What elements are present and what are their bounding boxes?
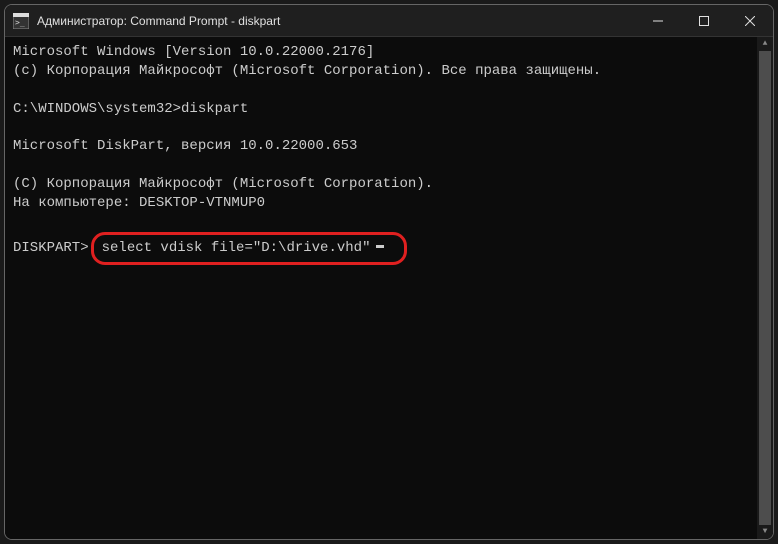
diskpart-prompt: DISKPART> [13, 239, 89, 258]
output-line: (c) Корпорация Майкрософт (Microsoft Cor… [13, 62, 765, 81]
terminal-output[interactable]: Microsoft Windows [Version 10.0.22000.21… [5, 37, 773, 539]
output-line: (C) Корпорация Майкрософт (Microsoft Cor… [13, 175, 765, 194]
blank-line [13, 81, 765, 100]
command-text: select vdisk file="D:\drive.vhd" [102, 239, 371, 258]
prompt-line: C:\WINDOWS\system32>diskpart [13, 100, 765, 119]
minimize-button[interactable] [635, 5, 681, 36]
blank-line [13, 156, 765, 175]
cmd-icon: >_ [13, 13, 29, 29]
command-prompt-window: >_ Администратор: Command Prompt - diskp… [4, 4, 774, 540]
highlighted-command: select vdisk file="D:\drive.vhd" [91, 232, 408, 265]
output-line: Microsoft DiskPart, версия 10.0.22000.65… [13, 137, 765, 156]
cursor [376, 245, 384, 248]
diskpart-prompt-line: DISKPART> select vdisk file="D:\drive.vh… [13, 232, 765, 265]
blank-line [13, 119, 765, 138]
prompt-prefix: C:\WINDOWS\system32> [13, 101, 181, 117]
titlebar[interactable]: >_ Администратор: Command Prompt - diskp… [5, 5, 773, 37]
output-line: На компьютере: DESKTOP-VTNMUP0 [13, 194, 765, 213]
window-title: Администратор: Command Prompt - diskpart [37, 14, 635, 28]
window-controls [635, 5, 773, 36]
scrollbar[interactable]: ▲ ▼ [757, 37, 773, 539]
blank-line [13, 213, 765, 232]
scrollbar-down-arrow[interactable]: ▼ [757, 525, 773, 539]
output-line: Microsoft Windows [Version 10.0.22000.21… [13, 43, 765, 62]
scrollbar-up-arrow[interactable]: ▲ [757, 37, 773, 51]
svg-text:>_: >_ [15, 18, 25, 27]
close-button[interactable] [727, 5, 773, 36]
maximize-button[interactable] [681, 5, 727, 36]
scrollbar-thumb[interactable] [759, 51, 771, 525]
command-text: diskpart [181, 101, 248, 117]
